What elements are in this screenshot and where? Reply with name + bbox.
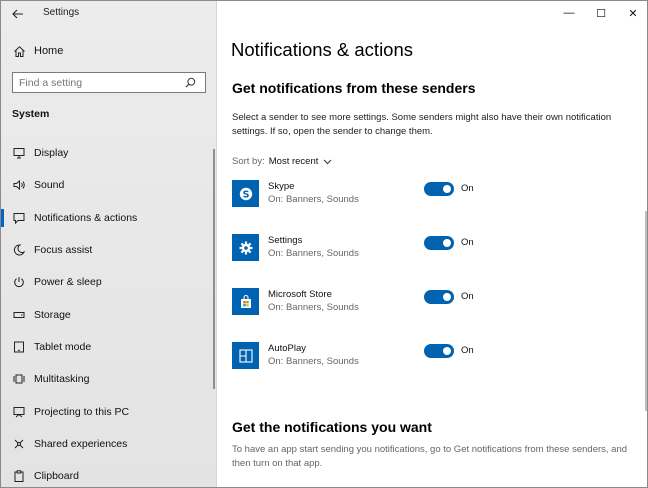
chevron-down-icon xyxy=(323,159,332,165)
maximize-button[interactable]: ☐ xyxy=(585,1,617,25)
sender-microsoft-store[interactable]: Microsoft Store On: Banners, Sounds On xyxy=(232,288,632,318)
sidebar-item-label: Sound xyxy=(34,179,65,192)
sidebar-item-focus-assist[interactable]: Focus assist xyxy=(1,234,217,266)
main-scrollbar[interactable] xyxy=(645,211,647,411)
gear-icon xyxy=(232,234,259,261)
sender-name: Skype xyxy=(268,181,295,192)
toggle-knob xyxy=(443,239,451,247)
store-icon xyxy=(232,288,259,315)
sender-skype[interactable]: S Skype On: Banners, Sounds On xyxy=(232,180,632,210)
sidebar-item-tablet-mode[interactable]: Tablet mode xyxy=(1,331,217,363)
sort-label: Sort by: xyxy=(232,156,265,167)
toggle-switch[interactable] xyxy=(424,290,454,304)
sender-autoplay[interactable]: AutoPlay On: Banners, Sounds On xyxy=(232,342,632,372)
close-button[interactable]: ✕ xyxy=(617,1,647,25)
svg-text:S: S xyxy=(242,189,249,200)
sidebar-item-shared-experiences[interactable]: Shared experiences xyxy=(1,428,217,460)
sidebar-item-label: Storage xyxy=(34,308,71,321)
tablet-icon xyxy=(12,340,26,354)
sidebar-item-label: Projecting to this PC xyxy=(34,405,130,418)
sidebar-item-label: Notifications & actions xyxy=(34,211,138,224)
sender-name: Settings xyxy=(268,235,303,246)
sidebar-item-label: Clipboard xyxy=(34,470,79,483)
title-bar: Settings xyxy=(1,1,217,27)
sidebar-item-power-sleep[interactable]: Power & sleep xyxy=(1,266,217,298)
section-description-senders: Select a sender to see more settings. So… xyxy=(232,112,612,137)
sidebar-item-sound[interactable]: Sound xyxy=(1,169,217,201)
sidebar-item-clipboard[interactable]: Clipboard xyxy=(1,460,217,487)
search-box[interactable] xyxy=(12,72,206,93)
sort-dropdown[interactable]: Sort by: Most recent xyxy=(232,156,332,167)
toggle-switch[interactable] xyxy=(424,236,454,250)
section-title-senders: Get notifications from these senders xyxy=(232,80,476,96)
sender-status: On: Banners, Sounds xyxy=(268,248,359,259)
sidebar-item-storage[interactable]: Storage xyxy=(1,298,217,330)
app-title: Settings xyxy=(43,7,80,18)
clipboard-icon xyxy=(12,469,26,483)
page-title: Notifications & actions xyxy=(231,39,414,60)
home-icon xyxy=(12,44,26,58)
sidebar-item-label: Power & sleep xyxy=(34,276,102,289)
notification-icon xyxy=(12,211,26,225)
back-button[interactable] xyxy=(7,4,29,24)
section-title-get-notifications: Get the notifications you want xyxy=(232,419,432,435)
multitasking-icon xyxy=(12,372,26,386)
toggle-label: On xyxy=(461,183,474,194)
toggle-switch[interactable] xyxy=(424,182,454,196)
sender-status: On: Banners, Sounds xyxy=(268,356,359,367)
sidebar-item-multitasking[interactable]: Multitasking xyxy=(1,363,217,395)
toggle-switch[interactable] xyxy=(424,344,454,358)
main-content: — ☐ ✕ Notifications & actions Get notifi… xyxy=(217,1,647,487)
autoplay-icon xyxy=(232,342,259,369)
sender-status: On: Banners, Sounds xyxy=(268,302,359,313)
skype-icon: S xyxy=(232,180,259,207)
sidebar: Settings Home System Display xyxy=(1,1,217,487)
storage-icon xyxy=(12,308,26,322)
sidebar-item-label: Focus assist xyxy=(34,244,93,257)
maximize-icon: ☐ xyxy=(596,7,606,20)
sidebar-home[interactable]: Home xyxy=(1,39,217,63)
sidebar-item-label: Shared experiences xyxy=(34,437,128,450)
sender-name: AutoPlay xyxy=(268,343,307,354)
power-icon xyxy=(12,275,26,289)
search-input[interactable] xyxy=(13,73,183,92)
close-icon: ✕ xyxy=(628,7,638,20)
home-label: Home xyxy=(34,45,64,57)
minimize-button[interactable]: — xyxy=(553,1,585,25)
sidebar-item-label: Tablet mode xyxy=(34,340,92,353)
sender-name: Microsoft Store xyxy=(268,289,332,300)
sidebar-item-display[interactable]: Display xyxy=(1,137,217,169)
sidebar-item-notifications[interactable]: Notifications & actions xyxy=(1,202,217,234)
settings-window: Settings Home System Display xyxy=(0,0,648,488)
section-label-system: System xyxy=(12,108,50,120)
sidebar-scrollbar[interactable] xyxy=(213,149,215,389)
sender-settings[interactable]: Settings On: Banners, Sounds On xyxy=(232,234,632,264)
toggle-knob xyxy=(443,293,451,301)
display-icon xyxy=(12,146,26,160)
toggle-knob xyxy=(443,347,451,355)
sidebar-item-label: Multitasking xyxy=(34,373,90,386)
sidebar-nav: Display Sound Notifications & actions Fo… xyxy=(1,137,217,487)
sidebar-item-label: Display xyxy=(34,147,69,160)
sort-value: Most recent xyxy=(268,156,319,167)
speaker-icon xyxy=(12,178,26,192)
section-description-get-notifications: To have an app start sending you notific… xyxy=(232,444,628,469)
projecting-icon xyxy=(12,405,26,419)
sidebar-item-projecting[interactable]: Projecting to this PC xyxy=(1,395,217,427)
minimize-icon: — xyxy=(563,7,575,19)
shared-icon xyxy=(12,437,26,451)
toggle-label: On xyxy=(461,345,474,356)
moon-icon xyxy=(12,243,26,257)
toggle-label: On xyxy=(461,237,474,248)
search-icon[interactable] xyxy=(183,76,197,90)
toggle-label: On xyxy=(461,291,474,302)
sender-status: On: Banners, Sounds xyxy=(268,194,359,205)
window-controls: — ☐ ✕ xyxy=(553,1,647,25)
back-arrow-icon xyxy=(12,9,23,19)
toggle-knob xyxy=(443,185,451,193)
